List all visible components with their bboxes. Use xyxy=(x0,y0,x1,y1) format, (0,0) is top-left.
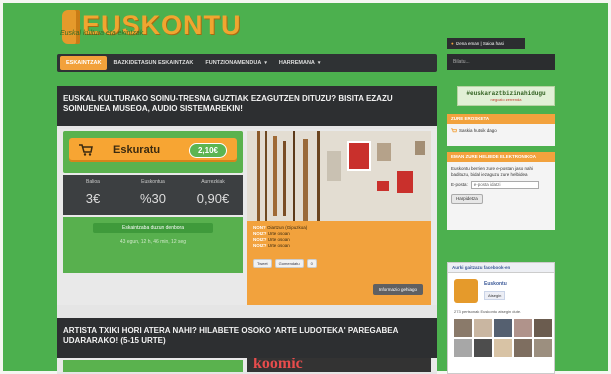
buy-box: Eskuratu 2,10€ xyxy=(63,131,243,173)
search-input[interactable]: Bilatu... xyxy=(447,54,555,70)
widget-title: Eman zure helbide elektronikoa xyxy=(447,152,555,162)
buy-label: Eskuratu xyxy=(113,144,161,156)
chevron-down-icon: ▾ xyxy=(264,60,267,66)
stat-value: 3€ xyxy=(85,191,101,206)
cart-widget: Zure erosketa Saskia hutsik dago xyxy=(447,114,555,146)
timer-box: Eskaintzaba duzun denbora 43 egun, 12 h,… xyxy=(63,217,243,273)
email-field[interactable]: e-posta idatzi xyxy=(470,181,539,189)
newsletter-text: Euskontu berrien zure e-postan jaso nahi… xyxy=(451,166,534,177)
facebook-title: Aurki gaitzazu facebook-en xyxy=(448,263,554,273)
nav-item-funtzionamendua[interactable]: Funtzionamendua ▾ xyxy=(199,56,272,70)
info-value: Urte osoan xyxy=(267,231,290,236)
login-link[interactable]: ● Izena eman | Saioa hasi xyxy=(447,38,525,49)
avatar[interactable] xyxy=(514,319,532,337)
nav-item-harremana[interactable]: Harremana ▾ xyxy=(273,56,327,70)
main-content: Euskal kulturako soinu-tresna guztiak ez… xyxy=(57,86,437,374)
avatar[interactable] xyxy=(474,339,492,357)
stat-label: Euskontua xyxy=(141,179,165,185)
nav-item-bazkidetasun[interactable]: Bazkidetasun eskaintzak xyxy=(107,56,199,70)
logo-tagline: Euskal kultura eta ekintzak xyxy=(60,30,144,37)
avatar[interactable] xyxy=(534,339,552,357)
museum-photo[interactable] xyxy=(247,131,431,221)
facebook-page-avatar[interactable] xyxy=(454,279,478,303)
stat-savings-col: Aurrezkiak 0,90€ xyxy=(183,179,243,206)
stat-label: Balioa xyxy=(86,179,100,185)
tweet-button[interactable]: Tweet xyxy=(253,259,272,268)
info-key: NOIZ? xyxy=(253,243,267,248)
deal-stats: Balioa 3€ Euskontua %30 Aurrezkiak 0,90€ xyxy=(63,175,243,215)
info-key: NOIZ? xyxy=(253,237,267,242)
museum-image xyxy=(247,131,431,221)
info-key: NON? xyxy=(253,225,266,230)
facebook-like-button[interactable]: Atsegin xyxy=(484,291,506,300)
avatar[interactable] xyxy=(534,319,552,337)
user-icon: ● xyxy=(451,41,454,46)
facebook-fans-grid xyxy=(454,319,552,357)
info-value: Oiartzun (Gipuzkoa) xyxy=(267,225,308,230)
avatar[interactable] xyxy=(474,319,492,337)
post-title[interactable]: Euskal kulturako soinu-tresna guztiak ez… xyxy=(63,94,431,114)
koomic-logo: koomic xyxy=(253,358,303,372)
avatar[interactable] xyxy=(494,319,512,337)
facebook-page-name[interactable]: Euskontu xyxy=(484,281,507,287)
timer-label: Eskaintzaba duzun denbora xyxy=(93,223,213,233)
stat-value: %30 xyxy=(139,191,167,206)
avatar[interactable] xyxy=(514,339,532,357)
avatar[interactable] xyxy=(494,339,512,357)
stat-discount-col: Euskontua %30 xyxy=(123,179,183,206)
nav-label: Harremana xyxy=(278,60,315,66)
info-key: NOIZ? xyxy=(253,231,267,236)
post-body: koomic xyxy=(57,358,437,372)
widget-body: Euskontu berrien zure e-postan jaso nahi… xyxy=(447,162,555,208)
cart-empty-text: Saskia hutsik dago xyxy=(459,128,497,133)
koomic-photo[interactable]: koomic xyxy=(247,358,431,372)
buy-button[interactable]: Eskuratu 2,10€ xyxy=(69,138,237,162)
deal-info: NON? Oiartzun (Gipuzkoa) NOIZ? Urte osoa… xyxy=(247,221,431,305)
info-value: Urte osoan xyxy=(267,237,290,242)
buy-box xyxy=(63,360,243,372)
main-nav: Eskaintzak Bazkidetasun eskaintzak Funtz… xyxy=(57,54,437,72)
stat-value: 0,90€ xyxy=(196,191,230,206)
nav-label: Eskaintzak xyxy=(66,60,102,66)
stat-value-col: Balioa 3€ xyxy=(63,179,123,206)
email-label: E-posta: xyxy=(451,182,468,187)
facebook-like-count: 273 pertsonak Euskontu atsegin dute. xyxy=(454,309,522,314)
widget-title: Zure erosketa xyxy=(447,114,555,124)
price-badge: 2,10€ xyxy=(188,143,227,158)
post-header: Euskal kulturako soinu-tresna guztiak ez… xyxy=(57,86,437,126)
post-header: Artista txiki hori atera nahi? Hilabete … xyxy=(57,318,437,358)
widget-body: Saskia hutsik dago xyxy=(447,124,555,138)
recommend-button[interactable]: Gomendatu xyxy=(274,259,304,268)
nav-label: Funtzionamendua xyxy=(205,60,262,66)
facebook-widget: Aurki gaitzazu facebook-en Euskontu Atse… xyxy=(447,262,555,374)
banner-title: #euskaraztbizinahidugu xyxy=(466,90,546,97)
deal-panel: Eskuratu 2,10€ Balioa 3€ Euskontua %30 A… xyxy=(63,131,243,305)
share-count: 0 xyxy=(306,259,317,268)
avatar[interactable] xyxy=(454,339,472,357)
cart-icon xyxy=(79,144,93,156)
nav-item-eskaintzak[interactable]: Eskaintzak xyxy=(60,56,108,70)
info-line: NOIZ? Urte osoan xyxy=(253,243,425,249)
email-row: E-posta: e-posta idatzi xyxy=(451,181,551,189)
login-label: Izena eman | Saioa hasi xyxy=(455,41,504,46)
countdown-text: 43 egun, 12 h, 46 min, 12 seg xyxy=(119,239,187,245)
newsletter-widget: Eman zure helbide elektronikoa Euskontu … xyxy=(447,152,555,230)
avatar[interactable] xyxy=(454,319,472,337)
info-value: Urte osoan xyxy=(267,243,290,248)
nav-label: Bazkidetasun eskaintzak xyxy=(113,60,194,66)
stat-label: Aurrezkiak xyxy=(201,179,225,185)
share-buttons: Tweet Gomendatu 0 xyxy=(253,259,317,268)
post-title[interactable]: Artista txiki hori atera nahi? Hilabete … xyxy=(63,326,431,346)
banner-subtitle: negozio zerrenda xyxy=(490,97,522,102)
chevron-down-icon: ▾ xyxy=(317,60,321,66)
sidebar-banner[interactable]: #euskaraztbizinahidugu negozio zerrenda xyxy=(457,86,555,106)
more-info-button[interactable]: Informazio gehiago xyxy=(372,284,423,295)
cart-line: Saskia hutsik dago xyxy=(451,128,551,134)
logo-mark xyxy=(62,10,80,44)
subscribe-button[interactable]: Harpidetza xyxy=(451,194,483,204)
cart-icon xyxy=(451,128,457,133)
deal-media: NON? Oiartzun (Gipuzkoa) NOIZ? Urte osoa… xyxy=(247,131,431,305)
post-body: Eskuratu 2,10€ Balioa 3€ Euskontua %30 A… xyxy=(57,129,437,305)
